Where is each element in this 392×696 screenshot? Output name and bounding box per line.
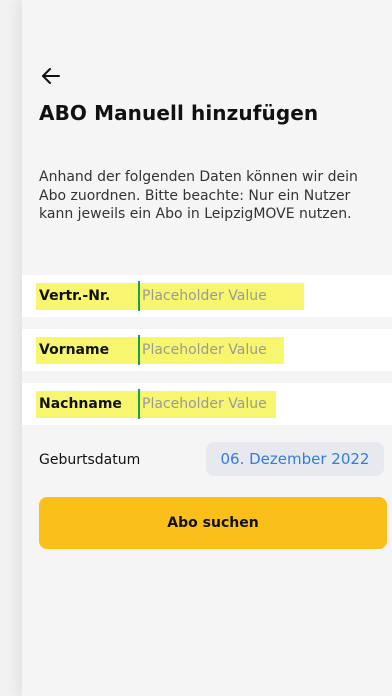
search-subscription-label: Abo suchen [167,515,259,531]
last-name-row: Nachname [22,383,392,425]
contract-number-label: Vertr.-Nr. [39,288,111,304]
first-name-label: Vorname [39,342,110,358]
screen: ABO Manuell hinzufügen Anhand der folgen… [22,0,392,696]
first-name-row: Vorname [22,329,392,371]
contract-number-row: Vertr.-Nr. [22,275,392,317]
arrow-left-icon [42,68,60,84]
contract-number-input[interactable] [138,281,382,311]
last-name-input[interactable] [138,389,382,419]
birthdate-picker[interactable]: 06. Dezember 2022 [206,442,384,476]
back-button[interactable] [39,64,63,88]
first-name-input[interactable] [138,335,382,365]
last-name-label: Nachname [39,396,122,412]
intro-text: Anhand der folgenden Daten können wir de… [39,169,358,222]
birthdate-value: 06. Dezember 2022 [220,450,370,468]
birthdate-row: Geburtsdatum 06. Dezember 2022 [22,437,392,483]
birthdate-label: Geburtsdatum [39,452,141,468]
page-title: ABO Manuell hinzufügen [39,101,319,125]
search-subscription-button[interactable]: Abo suchen [39,497,387,549]
